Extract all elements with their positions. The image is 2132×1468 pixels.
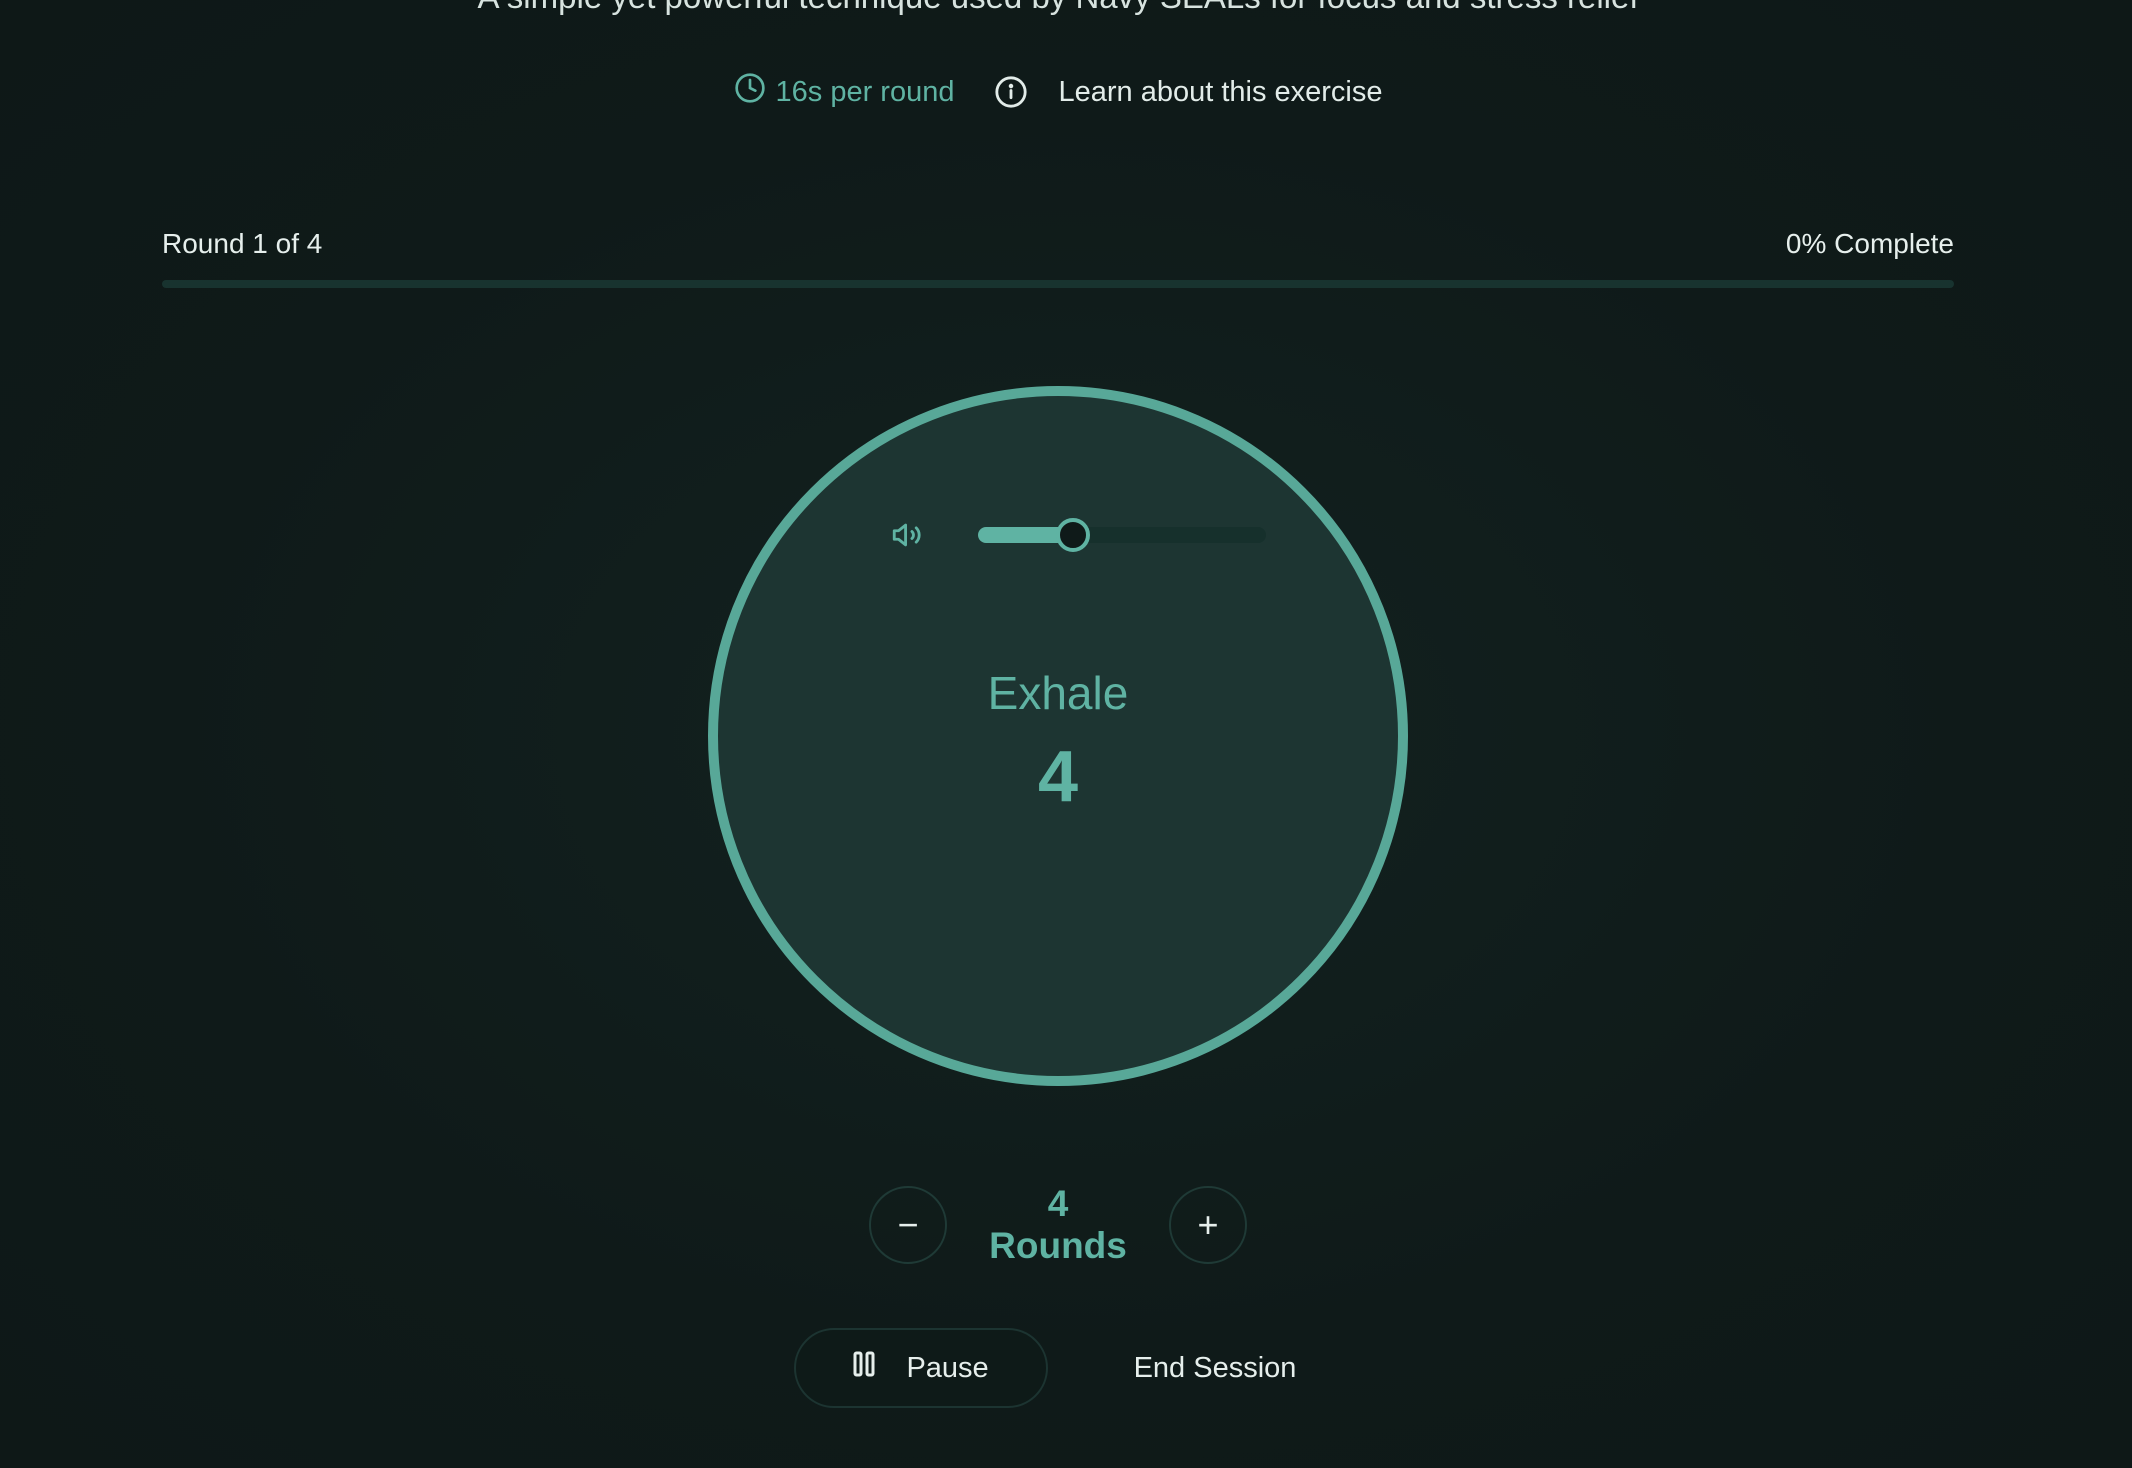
volume-icon[interactable] [890,518,924,552]
session-progress-bar [162,280,1954,288]
volume-slider-thumb[interactable] [1056,518,1091,552]
pause-icon [852,1350,876,1386]
end-session-button[interactable]: End Session [1108,1352,1323,1385]
decrease-rounds-button[interactable]: − [869,1186,947,1264]
pause-button[interactable]: Pause [793,1328,1048,1408]
volume-control [890,518,1266,552]
breathing-circle: Exhale 4 [708,386,1408,1086]
per-round-text: 16s per round [775,75,955,108]
rounds-stepper: − 4 Rounds + [0,1183,2116,1267]
rounds-count: 4 Rounds [989,1183,1127,1266]
exercise-meta-row: 16s per round Learn about this exercise [0,72,2116,112]
round-indicator: Round 1 of 4 [162,228,323,259]
breath-countdown: 4 [1037,737,1079,817]
pause-label: Pause [906,1351,989,1384]
progress-header: Round 1 of 4 0% Complete [162,228,1954,260]
breath-phase-label: Exhale [987,667,1129,719]
duration-info: 16s per round [734,72,955,112]
breathing-exercise-page: A simple yet powerful technique used by … [0,0,2132,1468]
learn-about-link[interactable]: Learn about this exercise [994,75,1383,109]
clock-icon [734,72,766,112]
info-icon [994,75,1028,109]
completion-percent: 0% Complete [1785,228,1954,259]
page-subtitle: A simple yet powerful technique used by … [0,0,2116,16]
volume-slider[interactable] [978,518,1266,552]
increase-rounds-button[interactable]: + [1169,1186,1247,1264]
session-actions: Pause End Session [0,1328,2116,1408]
learn-about-text: Learn about this exercise [1058,75,1383,108]
